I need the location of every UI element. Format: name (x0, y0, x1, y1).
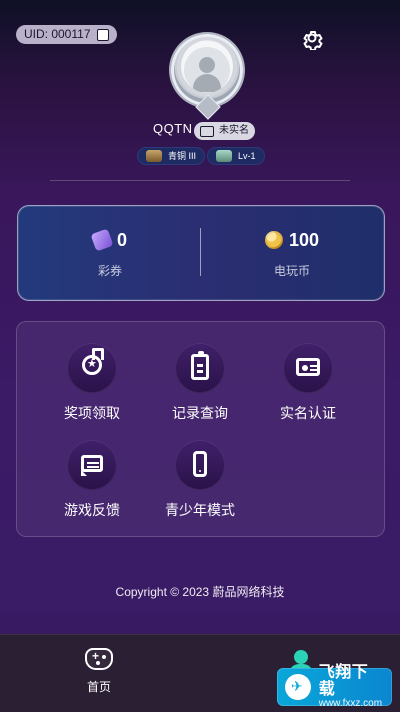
menu-item-feedback[interactable]: 游戏反馈 (37, 440, 147, 532)
menu-item-label: 奖项领取 (64, 405, 120, 421)
menu-item-real-name-auth[interactable]: 实名认证 (253, 343, 363, 435)
wallet-divider (200, 228, 201, 276)
watermark-text: 飞翔下载 www.fxxz.com (318, 663, 384, 709)
username: QQTN (153, 121, 193, 136)
menu-icon-circle (175, 440, 225, 490)
avatar-placeholder (184, 47, 230, 93)
menu-item-label: 游戏反馈 (64, 502, 120, 518)
watermark-subtitle: www.fxxz.com (318, 697, 383, 709)
copy-icon[interactable] (96, 28, 109, 41)
copyright-text: Copyright © 2023 蔚品网络科技 (115, 585, 285, 599)
coins-row: 100 (222, 229, 362, 251)
menu-item-teen-mode[interactable]: 青少年模式 (145, 440, 255, 532)
coin-icon (264, 231, 283, 249)
real-name-status-text: 未实名 (219, 125, 249, 136)
id-card-mini-icon (200, 125, 214, 137)
level-pill: Lv-1 (207, 147, 265, 165)
menu-item-records[interactable]: 记录查询 (145, 343, 255, 435)
avatar-body-icon (193, 74, 221, 92)
coins-summary[interactable]: 100 电玩币 (222, 229, 362, 279)
menu-icon-circle (283, 343, 333, 393)
tab-home[interactable]: 首页 (74, 648, 124, 695)
gear-icon[interactable] (300, 26, 324, 50)
plane-icon (285, 674, 311, 700)
menu-item-award-claim[interactable]: 奖项领取 (37, 343, 147, 435)
person-head-icon (294, 650, 308, 664)
tab-home-label: 首页 (86, 680, 111, 694)
coins-label: 电玩币 (273, 264, 310, 278)
menu-icon-circle (67, 440, 117, 490)
watermark-title: 飞翔下载 (318, 663, 369, 698)
id-card-icon (296, 358, 320, 376)
game-controller-icon (85, 648, 113, 670)
feedback-icon (81, 455, 103, 476)
uid-text: UID: 000117 (24, 27, 91, 41)
tickets-value: 0 (116, 229, 127, 250)
real-name-status-badge[interactable]: 未实名 (194, 122, 255, 140)
avatar-head-icon (199, 57, 215, 73)
rank-pill: 青铜 III (137, 147, 206, 165)
phone-icon (193, 451, 207, 477)
tickets-label: 彩券 (97, 264, 122, 278)
profile-divider (50, 180, 350, 181)
menu-item-label: 青少年模式 (165, 502, 235, 518)
coins-value: 100 (288, 229, 320, 250)
menu-icon-circle (67, 343, 117, 393)
menu-item-label: 记录查询 (172, 405, 228, 421)
tickets-summary[interactable]: 0 彩券 (40, 228, 180, 279)
medal-icon (82, 348, 104, 375)
rank-icon (146, 150, 162, 162)
menu-icon-circle (175, 343, 225, 393)
level-label: Lv-1 (238, 151, 256, 161)
watermark: 飞翔下载 www.fxxz.com (277, 663, 392, 709)
ticket-icon (90, 228, 114, 252)
rank-label: 青铜 III (168, 151, 197, 161)
tickets-row: 0 (40, 228, 180, 252)
uid-badge[interactable]: UID: 000117 (16, 25, 117, 44)
clipboard-icon (191, 351, 209, 380)
menu-item-label: 实名认证 (280, 405, 336, 421)
level-icon (216, 150, 232, 162)
